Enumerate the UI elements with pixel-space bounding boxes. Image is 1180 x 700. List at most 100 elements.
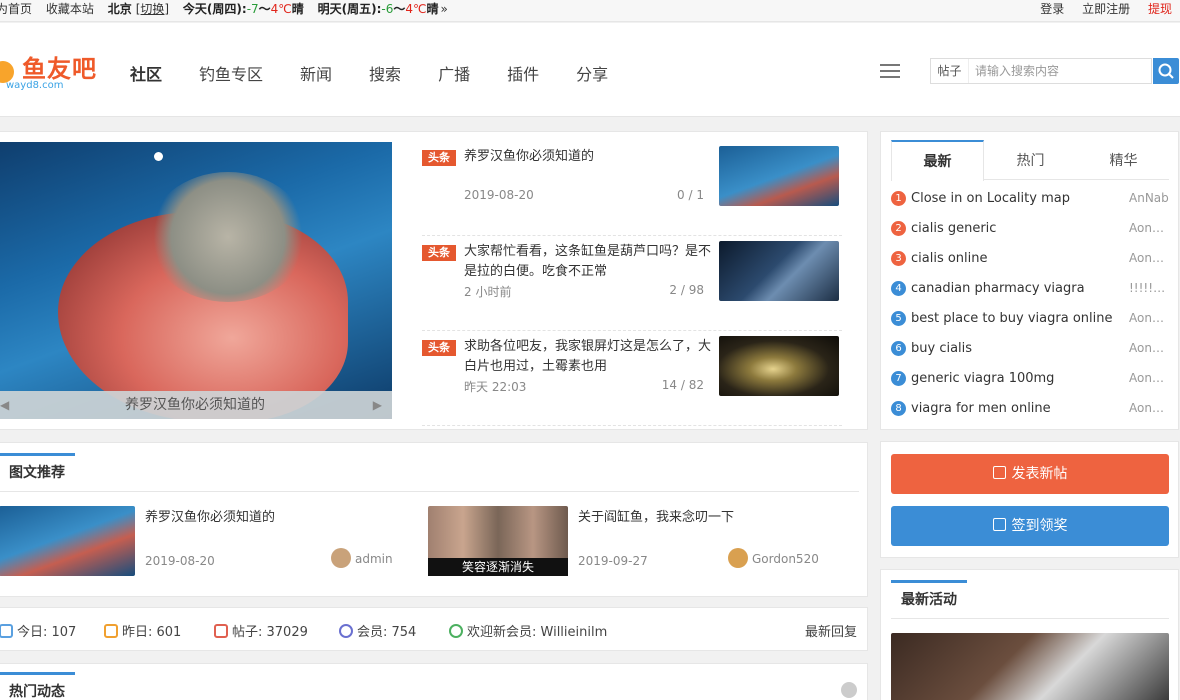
latest-list-author[interactable]: !!!!!Af... [1129,281,1169,295]
latest-list-title[interactable]: Close in on Locality map [911,191,1070,206]
latest-list-title[interactable]: cialis generic [911,221,996,236]
new-post-label: 发表新帖 [1011,466,1068,482]
latest-list-title[interactable]: viagra for men online [911,401,1051,416]
headline-thumb[interactable] [719,241,839,301]
bookmark-link[interactable]: 收藏本站 [46,2,94,16]
pick-item[interactable]: 笑容逐渐消失 关于阎缸鱼，我来念叨一下 2019-09-27 Gordon520 [428,506,848,578]
latest-list-item[interactable]: 1 Close in on Locality map AnNab [891,191,1169,211]
headline-count: 0 / 1 [677,188,704,202]
stats-bar: 今日: 107 昨日: 601 帖子: 37029 会员: 754 欢迎新会员:… [0,607,868,651]
latest-list-item[interactable]: 4 canadian pharmacy viagra !!!!!Af... [891,281,1169,301]
pick-title[interactable]: 关于阎缸鱼，我来念叨一下 [578,506,734,525]
stat-members-text: 会员: 754 [357,625,417,640]
stat-welcome: 欢迎新会员: Willieinilm [449,621,607,640]
pick-image[interactable]: 笑容逐渐消失 [428,506,568,576]
latest-list-author[interactable]: Aonk... [1129,371,1169,385]
nav-item-search[interactable]: 搜索 [369,65,401,84]
latest-list-item[interactable]: 6 buy cialis Aonk... [891,341,1169,361]
nav-item-fishing[interactable]: 钓鱼专区 [199,65,263,84]
event-image[interactable] [891,633,1169,700]
slide-prev-icon[interactable]: ◀ [0,391,9,419]
slide-image[interactable] [0,142,392,419]
rank-badge: 6 [891,341,906,356]
weather-tomorrow-cond: 晴 [426,2,439,16]
latest-list-item[interactable]: 7 generic viagra 100mg Aonk... [891,371,1169,391]
calendar-icon [104,624,118,638]
latest-list-item[interactable]: 2 cialis generic Aonk... [891,221,1169,241]
latest-list-author[interactable]: Aonk... [1129,251,1169,265]
hot-panel: 热门动态 [0,663,868,700]
pick-author[interactable]: Gordon520 [752,552,819,566]
weather-today-low: -7 [246,2,259,16]
stat-today-text: 今日: 107 [17,625,77,640]
headline-title[interactable]: 养罗汉鱼你必须知道的 [464,147,714,167]
pick-title[interactable]: 养罗汉鱼你必须知道的 [145,506,275,525]
headline-thumb[interactable] [719,336,839,396]
tab-latest[interactable]: 最新 [891,140,984,181]
latest-list-author[interactable]: Aonk... [1129,311,1169,325]
search-icon [1158,63,1174,79]
calendar-icon [992,518,1006,531]
rank-badge: 4 [891,281,906,296]
latest-list-author[interactable]: Aonk... [1129,401,1169,415]
avatar[interactable] [331,548,351,568]
slide-next-icon[interactable]: ▶ [373,391,382,419]
latest-list-title[interactable]: buy cialis [911,341,972,356]
rank-badge: 8 [891,401,906,416]
latest-list-author[interactable]: Aonk... [1129,221,1169,235]
headline-title[interactable]: 求助各位吧友，我家银屏灯这是怎么了，大白片也用过，土霉素也用 [464,337,714,377]
site-logo[interactable]: 鱼友吧 wayd8.com [0,49,102,91]
nav-item-share[interactable]: 分享 [576,65,608,84]
weather-more-icon[interactable]: » [441,2,448,16]
latest-reply-link[interactable]: 最新回复 [805,621,857,640]
headline-title[interactable]: 大家帮忙看看，这条缸鱼是葫芦口吗？是不是拉的白便。吃食不正常 [464,242,714,282]
search-category[interactable]: 帖子 [931,59,969,83]
tab-featured[interactable]: 精华 [1077,140,1170,180]
latest-list-title[interactable]: canadian pharmacy viagra [911,281,1085,296]
stat-yesterday: 昨日: 601 [104,621,181,640]
set-home-link[interactable]: 为首页 [0,2,32,16]
fish-image-hump [148,172,308,302]
main-nav: 社区 钓鱼专区 新闻 搜索 广播 插件 分享 [130,61,645,85]
latest-list-title[interactable]: cialis online [911,251,988,266]
rank-badge: 1 [891,191,906,206]
headline-item[interactable]: 头条 养罗汉鱼你必须知道的 2019-08-20 0 / 1 [422,146,842,236]
nav-item-broadcast[interactable]: 广播 [438,65,470,84]
top-bar: 为首页 收藏本站 北京[切换] 今天(周四):-7～4℃晴 明天(周五):-6～… [0,0,1180,22]
nav-item-news[interactable]: 新闻 [300,65,332,84]
pick-author[interactable]: admin [355,552,393,566]
search-input[interactable]: 请输入搜索内容 [975,59,1059,83]
checkin-button[interactable]: 签到领奖 [891,506,1169,546]
headline-item[interactable]: 头条 大家帮忙看看，这条缸鱼是葫芦口吗？是不是拉的白便。吃食不正常 2 小时前 … [422,241,842,331]
latest-list-item[interactable]: 5 best place to buy viagra online Aonk... [891,311,1169,331]
slide-caption-text[interactable]: 养罗汉鱼你必须知道的 [125,397,265,413]
login-link[interactable]: 登录 [1040,2,1064,16]
latest-list-author[interactable]: AnNab [1129,191,1169,205]
headline-tag: 头条 [422,340,456,356]
latest-list-author[interactable]: Aonk... [1129,341,1169,355]
rank-badge: 5 [891,311,906,326]
headline-thumb[interactable] [719,146,839,206]
city-switch-link[interactable]: [切换] [136,2,169,16]
weather-tomorrow-low: -6 [381,2,394,16]
stat-welcome-text[interactable]: 欢迎新会员: Willieinilm [467,625,607,640]
weather-today-high: 4℃ [270,2,292,16]
slide-dot[interactable] [154,152,163,161]
new-post-button[interactable]: 发表新帖 [891,454,1169,494]
latest-list-title[interactable]: best place to buy viagra online [911,311,1112,326]
search-button[interactable] [1153,58,1179,84]
nav-item-plugins[interactable]: 插件 [507,65,539,84]
nav-item-community[interactable]: 社区 [130,65,162,84]
withdraw-link[interactable]: 提现 [1148,2,1172,16]
latest-list-item[interactable]: 3 cialis online Aonk... [891,251,1169,271]
headline-item[interactable]: 头条 求助各位吧友，我家银屏灯这是怎么了，大白片也用过，土霉素也用 昨天 22:… [422,336,842,426]
avatar[interactable] [728,548,748,568]
tab-hot[interactable]: 热门 [984,140,1077,180]
pick-image[interactable] [0,506,135,576]
menu-icon[interactable] [880,64,900,80]
register-link[interactable]: 立即注册 [1082,2,1130,16]
latest-list-title[interactable]: generic viagra 100mg [911,371,1054,386]
latest-list-item[interactable]: 8 viagra for men online Aonk... [891,401,1169,421]
pick-item[interactable]: 养罗汉鱼你必须知道的 2019-08-20 admin [0,506,419,578]
collapse-icon[interactable] [841,682,857,698]
